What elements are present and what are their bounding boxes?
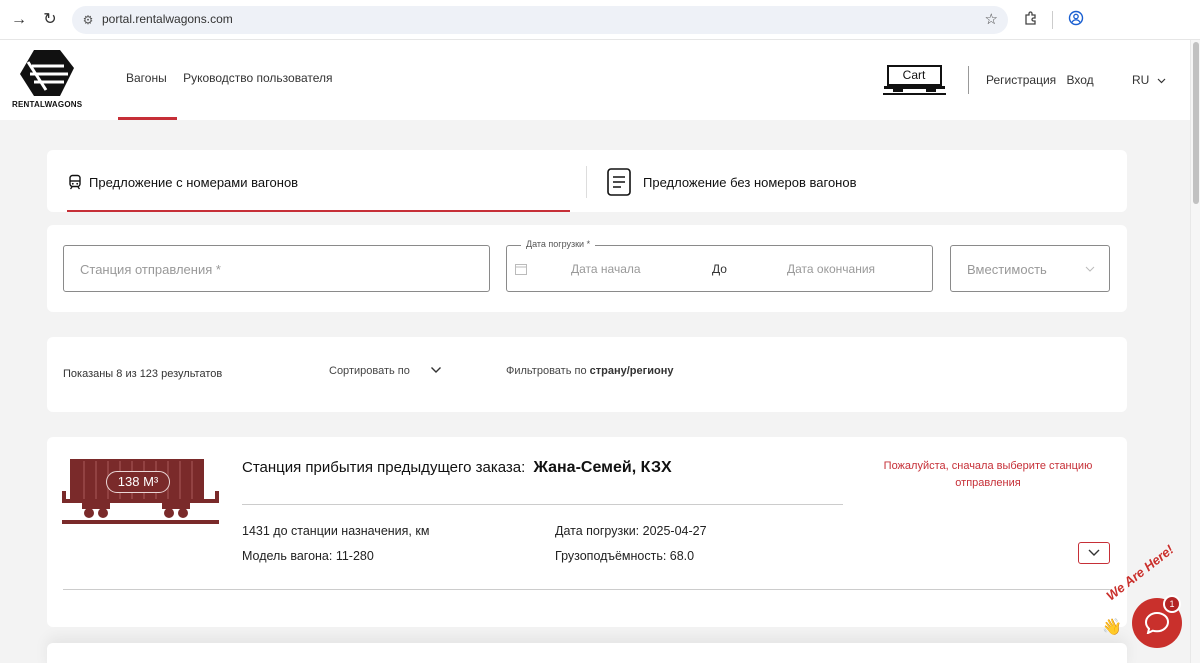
results-toolbar: Показаны 8 из 123 результатов Сортироват…	[47, 337, 1127, 412]
chevron-down-icon	[1157, 78, 1166, 84]
wagon-model: Модель вагона: 11-280	[242, 549, 374, 563]
capacity-select[interactable]: Вместимость	[950, 245, 1110, 292]
header-separator	[968, 66, 969, 94]
main-nav: Вагоны Руководство пользователя	[126, 71, 346, 85]
tab-without-wagon-numbers[interactable]: Предложение без номеров вагонов	[607, 150, 1107, 212]
arrival-station-title: Станция прибытия предыдущего заказа: Жан…	[242, 459, 672, 477]
load-capacity: Грузоподъёмность: 68.0	[555, 549, 695, 563]
logo-mark-icon	[20, 50, 74, 96]
cart-wagon-icon[interactable]: Cart	[883, 64, 946, 96]
chat-launcher-button[interactable]: 1	[1132, 595, 1182, 648]
url-text[interactable]: portal.rentalwagons.com	[102, 12, 233, 26]
tab-label: Предложение с номерами вагонов	[89, 175, 299, 190]
chevron-down-icon	[1085, 266, 1095, 272]
offer-tabs: Предложение с номерами вагонов Предложен…	[47, 150, 1127, 212]
wagon-image: 138 M³	[62, 455, 219, 529]
waving-hand-icon: 👋	[1102, 619, 1122, 636]
end-date-input[interactable]: Дата окончания	[787, 262, 875, 276]
chevron-down-icon	[1088, 549, 1100, 556]
chevron-down-icon[interactable]	[430, 364, 442, 376]
document-icon	[607, 168, 631, 196]
tab-label: Предложение без номеров вагонов	[643, 175, 857, 190]
volume-badge: 138 M³	[106, 471, 170, 493]
wagon-result-card-next	[47, 643, 1127, 663]
distance: 1431 до станции назначения, км	[242, 524, 430, 538]
wagon-result-card: 138 M³ Станция прибытия предыдущего зака…	[47, 437, 1127, 627]
logo[interactable]: RENTALWAGONS	[12, 48, 82, 112]
title-value: Жана-Семей, КЗХ	[533, 459, 672, 476]
results-count: Показаны 8 из 123 результатов	[63, 368, 223, 380]
nav-item-wagons[interactable]: Вагоны	[126, 71, 167, 85]
chat-bubble-icon	[1145, 612, 1169, 634]
date-legend: Дата погрузки *	[521, 239, 596, 249]
filter-region: страну/регионy	[589, 365, 674, 377]
tab-with-wagon-numbers[interactable]: Предложение с номерами вагонов	[67, 150, 570, 212]
placeholder: Станция отправления *	[80, 262, 221, 277]
select-station-warning: Пожалуйста, сначала выберите станцию отп…	[883, 460, 1093, 489]
login-link[interactable]: Вход	[1067, 73, 1094, 87]
browser-toolbar: → ↻ ⚙ portal.rentalwagons.com ☆	[0, 0, 1200, 40]
tab-divider	[586, 166, 587, 198]
filter-region-link[interactable]: Фильтровать по страну/регионy	[506, 365, 673, 377]
placeholder: Вместимость	[967, 262, 1047, 277]
bookmark-star-icon[interactable]: ☆	[985, 11, 998, 29]
sort-dropdown[interactable]: Сортировать по	[329, 365, 410, 377]
language-label: RU	[1132, 73, 1150, 87]
scrollbar-thumb[interactable]	[1193, 42, 1199, 204]
address-bar[interactable]: ⚙ portal.rentalwagons.com ☆	[72, 6, 1008, 34]
filter-prefix: Фильтровать по	[506, 365, 587, 377]
toolbar-separator	[1052, 11, 1053, 29]
active-nav-indicator	[118, 117, 177, 120]
search-panel: Станция отправления * Дата погрузки * Да…	[47, 225, 1127, 312]
divider	[242, 504, 843, 505]
departure-station-input[interactable]: Станция отправления *	[63, 245, 490, 292]
extensions-icon[interactable]	[1021, 10, 1041, 30]
back-arrow-icon[interactable]: →	[9, 10, 29, 30]
nav-item-user-guide[interactable]: Руководство пользователя	[183, 71, 332, 85]
profile-icon[interactable]	[1066, 10, 1086, 30]
title-label: Станция прибытия предыдущего заказа:	[242, 459, 526, 476]
page-scrollbar[interactable]	[1190, 40, 1200, 663]
site-header: RENTALWAGONS Вагоны Руководство пользова…	[0, 40, 1190, 120]
train-icon	[69, 174, 81, 190]
register-link[interactable]: Регистрация	[986, 73, 1056, 87]
language-selector[interactable]: RU	[1132, 73, 1166, 87]
date-separator: До	[712, 262, 727, 276]
expand-button[interactable]	[1078, 542, 1110, 564]
cart-label: Cart	[903, 68, 926, 82]
calendar-icon	[515, 264, 527, 275]
loading-date-range[interactable]: Дата погрузки * Дата начала До Дата окон…	[506, 239, 933, 292]
logo-text: RENTALWAGONS	[12, 100, 83, 109]
auth-links: Регистрация Вход	[986, 73, 1101, 87]
reload-icon[interactable]: ↻	[40, 10, 60, 30]
site-info-icon[interactable]: ⚙	[80, 12, 96, 28]
unread-badge: 1	[1163, 595, 1181, 613]
start-date-input[interactable]: Дата начала	[571, 262, 641, 276]
active-tab-indicator	[67, 210, 570, 212]
loading-date: Дата погрузки: 2025-04-27	[555, 524, 707, 538]
divider	[63, 589, 1111, 590]
